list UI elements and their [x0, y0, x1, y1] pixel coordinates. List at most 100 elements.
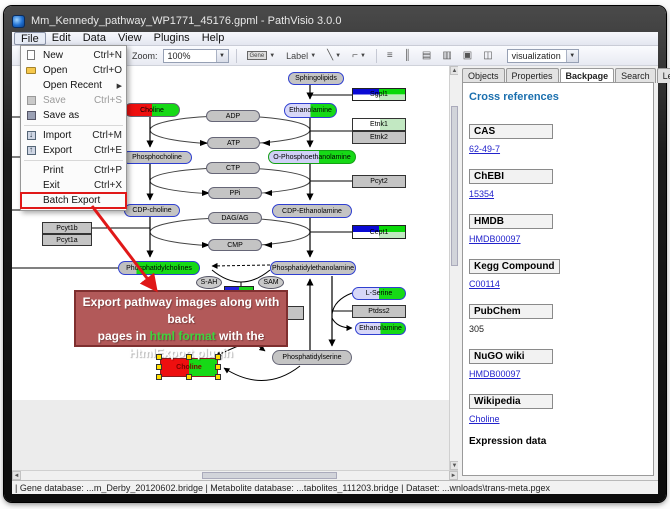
- node-sphingolipids[interactable]: Sphingolipids: [288, 72, 344, 85]
- node-cept1[interactable]: Cept1: [352, 225, 406, 239]
- gene-tool-button[interactable]: Gene ▼: [244, 49, 279, 63]
- panel-tabs: Objects Properties Backpage Search Legen…: [462, 68, 670, 83]
- file-menu: New Ctrl+N Open Ctrl+O Open Recent ▶ Sav…: [20, 45, 127, 211]
- node-pcyt1b[interactable]: Pcyt1b: [42, 222, 92, 234]
- node-etnk2[interactable]: Etnk2: [352, 131, 406, 144]
- node-ethanolamine[interactable]: Ethanolamine: [284, 103, 337, 118]
- menu-item-print[interactable]: Print Ctrl+P: [21, 163, 126, 178]
- menu-data[interactable]: Data: [77, 32, 112, 45]
- menu-item-export[interactable]: Export Ctrl+E: [21, 143, 126, 158]
- menu-item-exit[interactable]: Exit Ctrl+X: [21, 178, 126, 193]
- node-phosphocholine[interactable]: Phosphocholine: [122, 151, 192, 164]
- xref-link-hmdb[interactable]: HMDB00097: [469, 234, 521, 244]
- menu-file[interactable]: File: [14, 32, 46, 45]
- node-sgpl1[interactable]: Sgpl1: [352, 88, 406, 101]
- node-choline[interactable]: Choline: [124, 103, 180, 117]
- menu-item-open-recent[interactable]: Open Recent ▶: [21, 78, 126, 93]
- tab-properties[interactable]: Properties: [506, 68, 559, 83]
- selection-handle[interactable]: [215, 374, 221, 380]
- scroll-right-icon[interactable]: ►: [449, 471, 458, 480]
- menu-item-batch-export[interactable]: Batch Export: [21, 193, 126, 208]
- node-cmp[interactable]: CMP: [208, 239, 262, 251]
- app-icon: [12, 15, 25, 28]
- selection-handle[interactable]: [186, 354, 192, 360]
- node-pcyt2[interactable]: Pcyt2: [352, 175, 406, 188]
- node-dag-ag[interactable]: DAG/AG: [208, 212, 262, 224]
- align-bottom-button[interactable]: ▣: [460, 49, 475, 63]
- menu-item-save-as[interactable]: Save as: [21, 108, 126, 123]
- tab-legend[interactable]: Legend: [657, 68, 670, 83]
- selection-handle[interactable]: [156, 364, 162, 370]
- chevron-down-icon: ▼: [269, 53, 275, 59]
- tab-objects[interactable]: Objects: [462, 68, 505, 83]
- selection-handle[interactable]: [215, 364, 221, 370]
- title-bar[interactable]: Mm_Kennedy_pathway_WP1771_45176.gpml - P…: [12, 10, 658, 32]
- line-tool-button[interactable]: ╲ ▼: [324, 49, 344, 63]
- align-center-button[interactable]: ≡: [384, 49, 396, 63]
- selection-handle[interactable]: [156, 354, 162, 360]
- visualization-combobox[interactable]: visualization ▼: [507, 49, 579, 63]
- scrollbar-thumb[interactable]: [451, 106, 458, 266]
- export-icon: [24, 145, 39, 156]
- tab-search[interactable]: Search: [615, 68, 656, 83]
- node-s-ah[interactable]: S-AH: [196, 276, 222, 289]
- chevron-down-icon[interactable]: ▼: [566, 50, 578, 62]
- node-ethanolamine-2[interactable]: Ethanolamine: [355, 322, 406, 335]
- menu-edit[interactable]: Edit: [46, 32, 77, 45]
- menu-item-save[interactable]: Save Ctrl+S: [21, 93, 126, 108]
- node-l-serine[interactable]: L-Serine: [352, 287, 406, 300]
- stack-horizontal-button[interactable]: ▥: [439, 49, 454, 63]
- selection-handle[interactable]: [186, 374, 192, 380]
- menu-view[interactable]: View: [112, 32, 148, 45]
- node-etnk1[interactable]: Etnk1: [352, 118, 406, 131]
- stack-vertical-icon: ▤: [422, 51, 431, 61]
- connector-tool-button[interactable]: ⌐ ▼: [349, 49, 369, 63]
- backpage-content: Cross references CAS 62-49-7 ChEBI 15354…: [462, 82, 654, 476]
- node-ptdss2[interactable]: Ptdss2: [352, 305, 406, 318]
- xref-header-pubchem: PubChem: [469, 304, 553, 319]
- expression-data-header: Expression data: [469, 436, 647, 447]
- horizontal-scrollbar[interactable]: ◄ ►: [12, 470, 458, 480]
- label-tool-button[interactable]: Label ▼: [283, 49, 319, 63]
- node-ppi[interactable]: PPi: [208, 187, 262, 199]
- distribute-button[interactable]: ◫: [480, 49, 495, 63]
- xref-header-cas: CAS: [469, 124, 553, 139]
- node-ctp[interactable]: CTP: [206, 162, 260, 174]
- menu-help[interactable]: Help: [196, 32, 231, 45]
- xref-link-nugo[interactable]: HMDB00097: [469, 369, 521, 379]
- xref-link-kegg[interactable]: C00114: [469, 279, 500, 289]
- xref-link-chebi[interactable]: 15354: [469, 189, 494, 199]
- xref-link-wikipedia[interactable]: Choline: [469, 414, 500, 424]
- scrollbar-thumb[interactable]: [202, 472, 337, 479]
- scroll-left-icon[interactable]: ◄: [12, 471, 21, 480]
- status-bar: | Gene database: ...m_Derby_20120602.bri…: [12, 480, 658, 494]
- selection-handle[interactable]: [215, 354, 221, 360]
- xref-header-kegg: Kegg Compound: [469, 259, 560, 274]
- connector-icon: ⌐: [352, 51, 358, 61]
- node-phosphatidylethanolamine[interactable]: Phosphatidylethanolamine: [270, 261, 356, 275]
- menu-item-open[interactable]: Open Ctrl+O: [21, 63, 126, 78]
- xref-link-cas[interactable]: 62-49-7: [469, 144, 500, 154]
- zoom-combobox[interactable]: 100% ▼: [163, 49, 229, 63]
- align-center-icon: ≡: [387, 51, 393, 61]
- tab-backpage[interactable]: Backpage: [560, 68, 615, 83]
- vertical-scrollbar[interactable]: ▲ ▼: [449, 66, 458, 470]
- menu-plugins[interactable]: Plugins: [148, 32, 196, 45]
- node-sam[interactable]: SAM: [258, 276, 284, 289]
- align-middle-button[interactable]: ║: [401, 49, 414, 63]
- node-cdp-ethanolamine[interactable]: CDP-Ethanolamine: [272, 204, 352, 218]
- selection-handle[interactable]: [156, 374, 162, 380]
- node-cdp-choline[interactable]: CDP-choline: [124, 204, 180, 217]
- chevron-down-icon[interactable]: ▼: [216, 50, 228, 62]
- node-o-phosphoethanolamine[interactable]: O-Phosphoethanolamine: [268, 150, 356, 164]
- save-as-icon: [24, 110, 39, 121]
- save-icon: [24, 95, 39, 106]
- node-atp[interactable]: ATP: [207, 137, 260, 149]
- node-phosphatidylcholines[interactable]: Phosphatidylcholines: [118, 261, 200, 275]
- menu-item-import[interactable]: Import Ctrl+M: [21, 128, 126, 143]
- stack-vertical-button[interactable]: ▤: [419, 49, 434, 63]
- menu-item-new[interactable]: New Ctrl+N: [21, 48, 126, 63]
- node-pcyt1a[interactable]: Pcyt1a: [42, 234, 92, 246]
- node-adp[interactable]: ADP: [206, 110, 260, 122]
- open-folder-icon: [24, 65, 39, 76]
